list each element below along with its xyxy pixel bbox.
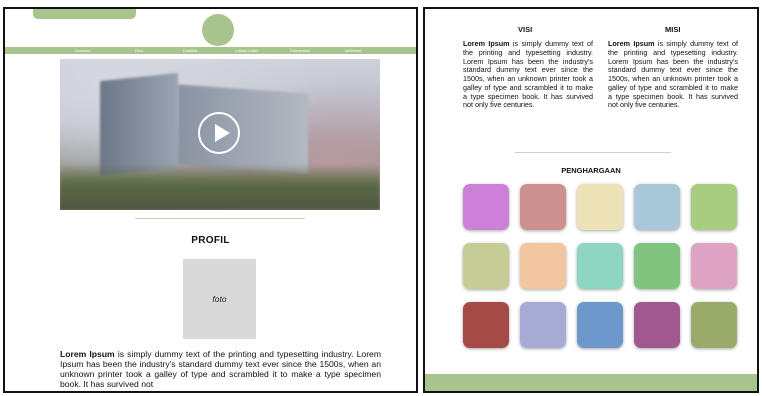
award-tile[interactable] [577,243,623,289]
nav-item-fasilitas[interactable]: Fasilitas [183,47,198,54]
section-title-profil: PROFIL [191,235,230,246]
nav-item-services[interactable]: Services [75,47,90,54]
award-tile[interactable] [520,243,566,289]
building-image-left [100,72,178,177]
paragraph-lead: Lorem Ipsum [60,349,115,359]
visi-body: is simply dummy text of the printing and… [463,39,593,110]
misi-lead: Lorem Ipsum [608,39,655,48]
photo-placeholder: foto [183,259,256,339]
nav-bar: Services Fitur Fasilitas Lokasi Outlet P… [5,47,416,54]
visi-misi-page-mockup: VISI MISI Lorem Ipsum is simply dummy te… [423,7,759,393]
award-tile[interactable] [634,243,680,289]
logo-circle[interactable] [202,14,234,46]
award-tile[interactable] [577,184,623,230]
profile-page-mockup: Services Fitur Fasilitas Lokasi Outlet P… [3,7,418,393]
award-tile[interactable] [463,243,509,289]
divider [515,152,671,153]
divider [135,218,305,219]
visi-text: Lorem Ipsum is simply dummy text of the … [463,39,593,110]
nav-item-fitur[interactable]: Fitur [135,47,143,54]
trees-image [60,164,380,210]
award-tile[interactable] [520,302,566,348]
award-tile[interactable] [463,302,509,348]
header-tab [33,9,136,19]
awards-title: PENGHARGAAN [561,166,621,175]
visi-lead: Lorem Ipsum [463,39,510,48]
footer-bar [425,374,757,391]
award-tile[interactable] [577,302,623,348]
video-thumbnail[interactable] [60,59,380,210]
award-tile[interactable] [691,302,737,348]
award-tile[interactable] [691,184,737,230]
misi-body: is simply dummy text of the printing and… [608,39,738,110]
misi-text: Lorem Ipsum is simply dummy text of the … [608,39,738,110]
visi-title: VISI [518,25,533,34]
play-icon[interactable] [198,112,240,154]
nav-item-lokasi-outlet[interactable]: Lokasi Outlet [235,47,258,54]
profile-paragraph: Lorem Ipsum is simply dummy text of the … [60,349,381,389]
award-tile[interactable] [520,184,566,230]
award-tile[interactable] [634,302,680,348]
nav-item-informasi[interactable]: Informasi [345,47,361,54]
award-tile[interactable] [463,184,509,230]
award-tile[interactable] [634,184,680,230]
nav-item-partnership[interactable]: Partnership [290,47,310,54]
misi-title: MISI [665,25,681,34]
award-tile[interactable] [691,243,737,289]
